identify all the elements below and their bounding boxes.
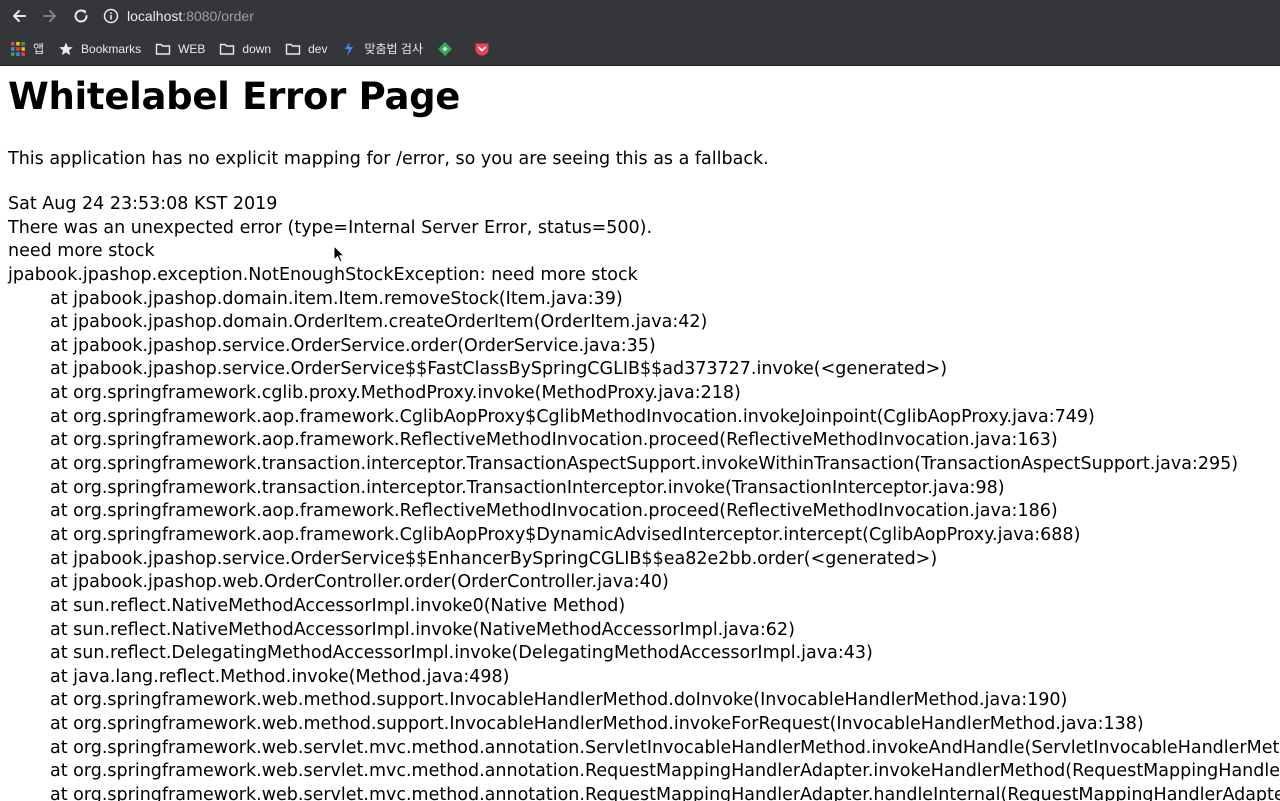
back-button[interactable] — [7, 4, 31, 28]
stack-frame: at org.springframework.aop.framework.Cgl… — [50, 406, 1095, 427]
stack-frame: at org.springframework.web.method.suppor… — [50, 714, 1144, 735]
stack-frame: at org.springframework.aop.framework.Cgl… — [50, 524, 1081, 545]
bookmark-label: dev — [308, 41, 328, 56]
stack-frame: at org.springframework.web.method.suppor… — [50, 690, 1068, 711]
spellcheck-icon — [341, 41, 357, 57]
bookmark-folder-down[interactable]: down — [219, 36, 275, 62]
page-title: Whitelabel Error Page — [8, 75, 461, 118]
stack-frame: at org.springframework.web.servlet.mvc.m… — [50, 737, 1280, 758]
reload-button[interactable] — [69, 4, 93, 28]
folder-icon — [155, 41, 171, 57]
error-message: need more stock — [8, 241, 155, 262]
browser-toolbar: localhost:8080/order — [0, 0, 1280, 32]
error-details: Sat Aug 24 23:53:08 KST 2019 There was a… — [8, 193, 1280, 801]
stack-frame: at sun.reflect.NativeMethodAccessorImpl.… — [50, 595, 626, 616]
stack-frame: at org.springframework.web.servlet.mvc.m… — [50, 785, 1280, 801]
stack-frame: at java.lang.reflect.Method.invoke(Metho… — [50, 666, 510, 687]
apps-grid-icon — [10, 41, 26, 57]
bookmark-label: Bookmarks — [81, 41, 142, 56]
stack-frame: at jpabook.jpashop.domain.item.Item.remo… — [50, 288, 623, 309]
reload-icon — [74, 9, 88, 23]
forward-button[interactable] — [38, 4, 62, 28]
error-timestamp: Sat Aug 24 23:53:08 KST 2019 — [8, 194, 278, 214]
bookmark-label: down — [242, 41, 272, 56]
bookmark-spellcheck[interactable]: 맞춤법 검사 — [341, 36, 427, 62]
stack-frame: at org.springframework.transaction.inter… — [50, 454, 1239, 475]
stack-frame: at org.springframework.transaction.inter… — [50, 477, 1005, 498]
url-host: localhost — [127, 8, 183, 24]
bookmark-folder-dev[interactable]: dev — [285, 36, 331, 62]
stack-frame: at jpabook.jpashop.service.OrderService$… — [50, 359, 948, 380]
bookmark-label: 맞춤법 검사 — [364, 42, 424, 56]
bookmark-label: WEB — [178, 41, 206, 56]
error-summary: There was an unexpected error (type=Inte… — [8, 217, 653, 238]
stack-frame: at jpabook.jpashop.domain.OrderItem.crea… — [50, 312, 708, 333]
url-path: :8080/order — [182, 8, 254, 24]
bookmark-bookmarks[interactable]: Bookmarks — [58, 36, 145, 62]
page-content: Whitelabel Error Page This application h… — [0, 66, 1280, 801]
info-icon — [103, 8, 119, 24]
stack-frame: at jpabook.jpashop.service.OrderService$… — [50, 548, 938, 569]
arrow-right-icon — [43, 10, 56, 22]
folder-icon — [285, 41, 301, 57]
fallback-explanation: This application has no explicit mapping… — [8, 149, 769, 169]
address-bar[interactable]: localhost:8080/order — [103, 3, 254, 29]
bookmark-pocket[interactable] — [474, 36, 501, 62]
stack-frame: at org.springframework.web.servlet.mvc.m… — [50, 761, 1280, 782]
folder-icon — [219, 41, 235, 57]
stack-trace: at jpabook.jpashop.domain.item.Item.remo… — [8, 288, 1280, 801]
stack-frame: at sun.reflect.DelegatingMethodAccessorI… — [50, 643, 873, 664]
stack-frame: at jpabook.jpashop.web.OrderController.o… — [50, 572, 669, 593]
stack-frame: at sun.reflect.NativeMethodAccessorImpl.… — [50, 619, 795, 640]
bookmarks-bar: 앱 Bookmarks WEB down dev 맞춤법 검사 — [0, 32, 1280, 66]
star-icon — [58, 41, 74, 57]
stack-frame: at jpabook.jpashop.service.OrderService.… — [50, 335, 656, 356]
stack-frame: at org.springframework.aop.framework.Ref… — [50, 501, 1058, 522]
green-diamond-icon — [437, 41, 453, 57]
bookmark-green-extension[interactable] — [437, 36, 464, 62]
bookmark-label: 앱 — [33, 42, 45, 56]
pocket-icon — [474, 41, 490, 57]
mouse-cursor-icon — [333, 245, 345, 263]
stack-frame: at org.springframework.cglib.proxy.Metho… — [50, 383, 741, 404]
arrow-left-icon — [13, 10, 26, 22]
bookmark-folder-web[interactable]: WEB — [155, 36, 209, 62]
bookmark-apps[interactable]: 앱 — [10, 36, 48, 62]
stack-frame: at org.springframework.aop.framework.Ref… — [50, 430, 1058, 451]
exception-line: jpabook.jpashop.exception.NotEnoughStock… — [8, 264, 638, 285]
